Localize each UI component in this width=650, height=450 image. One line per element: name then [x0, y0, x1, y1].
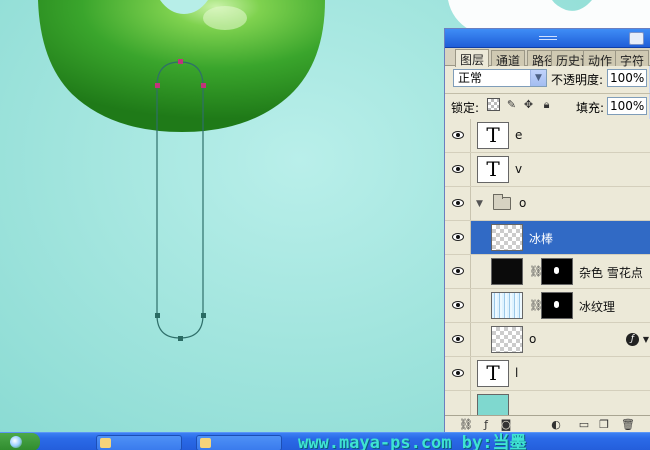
- lock-transparency-icon[interactable]: [487, 98, 500, 111]
- green-donut-shape: [38, 0, 325, 132]
- layer-name: o: [519, 196, 527, 210]
- anchor-point: [178, 59, 183, 64]
- layer-list: T e T v ▼ o 冰棒 ⛓ 杂色 雪花点 ⛓ 冰纹理 o ƒ ▼ T l: [445, 119, 650, 415]
- lock-label: 锁定:: [451, 101, 480, 115]
- eye-icon: [452, 199, 464, 207]
- eye-icon: [452, 233, 464, 241]
- layer-name: v: [515, 162, 523, 176]
- eye-icon: [452, 301, 464, 309]
- expand-triangle-icon[interactable]: ▼: [476, 199, 483, 209]
- layer-row[interactable]: [445, 391, 650, 415]
- eye-icon: [452, 131, 464, 139]
- taskbar-window-button[interactable]: [96, 435, 182, 450]
- anchor-point: [155, 313, 160, 318]
- chevron-down-icon[interactable]: ▼: [530, 70, 546, 86]
- expand-effects-icon[interactable]: ▼: [643, 335, 649, 344]
- layer-group-row[interactable]: ▼ o: [445, 187, 650, 221]
- layer-name: o: [529, 332, 537, 346]
- trash-icon[interactable]: 🗑︎: [621, 418, 635, 431]
- start-orb-icon: [10, 436, 22, 448]
- tab-channels[interactable]: 通道: [491, 50, 526, 68]
- layer-row[interactable]: T l: [445, 357, 650, 391]
- visibility-toggle[interactable]: [445, 187, 471, 220]
- close-icon[interactable]: [629, 32, 644, 45]
- new-group-icon[interactable]: ▭: [577, 418, 591, 431]
- new-layer-icon[interactable]: ❐: [597, 418, 611, 431]
- visibility-toggle[interactable]: [445, 391, 471, 415]
- text-layer-thumbnail: T: [477, 360, 509, 387]
- adjustment-layer-icon[interactable]: ◐: [549, 418, 563, 431]
- visibility-toggle[interactable]: [445, 357, 471, 390]
- panel-tabs: 图层 通道 路径 历史记录 动作 字符: [445, 48, 650, 68]
- layer-row[interactable]: T e: [445, 119, 650, 153]
- layer-thumbnail: [477, 394, 509, 415]
- text-layer-thumbnail: T: [477, 122, 509, 149]
- anchor-point: [155, 83, 160, 88]
- start-button[interactable]: [0, 433, 40, 450]
- layer-row-selected[interactable]: 冰棒: [445, 221, 650, 255]
- visibility-toggle[interactable]: [445, 221, 471, 254]
- fill-label: 填充:: [576, 101, 605, 115]
- eye-icon: [452, 335, 464, 343]
- padlock-icon[interactable]: 🔒︎: [540, 98, 553, 111]
- panel-titlebar[interactable]: [445, 29, 650, 48]
- fill-input[interactable]: 100%: [607, 97, 647, 115]
- opacity-input[interactable]: 100%: [607, 69, 647, 87]
- layer-mask-thumbnail[interactable]: [541, 292, 573, 319]
- eye-icon: [452, 267, 464, 275]
- anchor-point: [201, 313, 206, 318]
- layer-mask-thumbnail[interactable]: [541, 258, 573, 285]
- blend-row: 正常 ▼ 不透明度: 100%: [445, 67, 650, 89]
- layer-name: 杂色 雪花点: [579, 266, 643, 280]
- layer-row[interactable]: T v: [445, 153, 650, 187]
- eye-icon: [452, 165, 464, 173]
- lock-row: 锁定: ✎ ✥ 🔒︎ 填充: 100%: [445, 93, 650, 115]
- text-layer-thumbnail: T: [477, 156, 509, 183]
- layer-name: l: [515, 366, 519, 380]
- layer-thumbnail: [491, 224, 523, 251]
- layer-name: e: [515, 128, 523, 142]
- visibility-toggle[interactable]: [445, 119, 471, 152]
- layers-panel: 图层 通道 路径 历史记录 动作 字符 正常 ▼ 不透明度: 100% 锁定: …: [444, 28, 650, 433]
- titlebar-grip-icon: [539, 36, 557, 40]
- eye-icon: [452, 369, 464, 377]
- opacity-label: 不透明度:: [551, 73, 604, 87]
- blend-mode-value: 正常: [458, 71, 483, 85]
- tab-actions[interactable]: 动作: [583, 50, 618, 68]
- taskbar-window-button[interactable]: [196, 435, 282, 450]
- visibility-toggle[interactable]: [445, 255, 471, 288]
- layer-name: 冰棒: [529, 232, 554, 246]
- anchor-point: [178, 336, 183, 341]
- brush-icon[interactable]: ✎: [505, 98, 518, 111]
- layer-thumbnail: [491, 292, 523, 319]
- layer-row[interactable]: ⛓ 杂色 雪花点: [445, 255, 650, 289]
- tab-layers[interactable]: 图层: [455, 49, 490, 67]
- fx-icon[interactable]: ƒ: [626, 333, 639, 346]
- layer-row[interactable]: o ƒ ▼: [445, 323, 650, 357]
- blend-mode-select[interactable]: 正常 ▼: [453, 69, 547, 87]
- visibility-toggle[interactable]: [445, 153, 471, 186]
- anchor-point: [201, 83, 206, 88]
- move-icon[interactable]: ✥: [522, 98, 535, 111]
- folder-icon: [493, 194, 511, 210]
- visibility-toggle[interactable]: [445, 289, 471, 322]
- visibility-toggle[interactable]: [445, 323, 471, 356]
- white-letter-shape: [448, 0, 650, 30]
- layer-name: 冰纹理: [579, 300, 616, 314]
- layer-thumbnail: [491, 258, 523, 285]
- tab-character[interactable]: 字符: [615, 50, 650, 68]
- watermark-text: www.maya-ps.com by:当墨: [298, 433, 527, 450]
- layer-thumbnail: [491, 326, 523, 353]
- layer-row[interactable]: ⛓ 冰纹理: [445, 289, 650, 323]
